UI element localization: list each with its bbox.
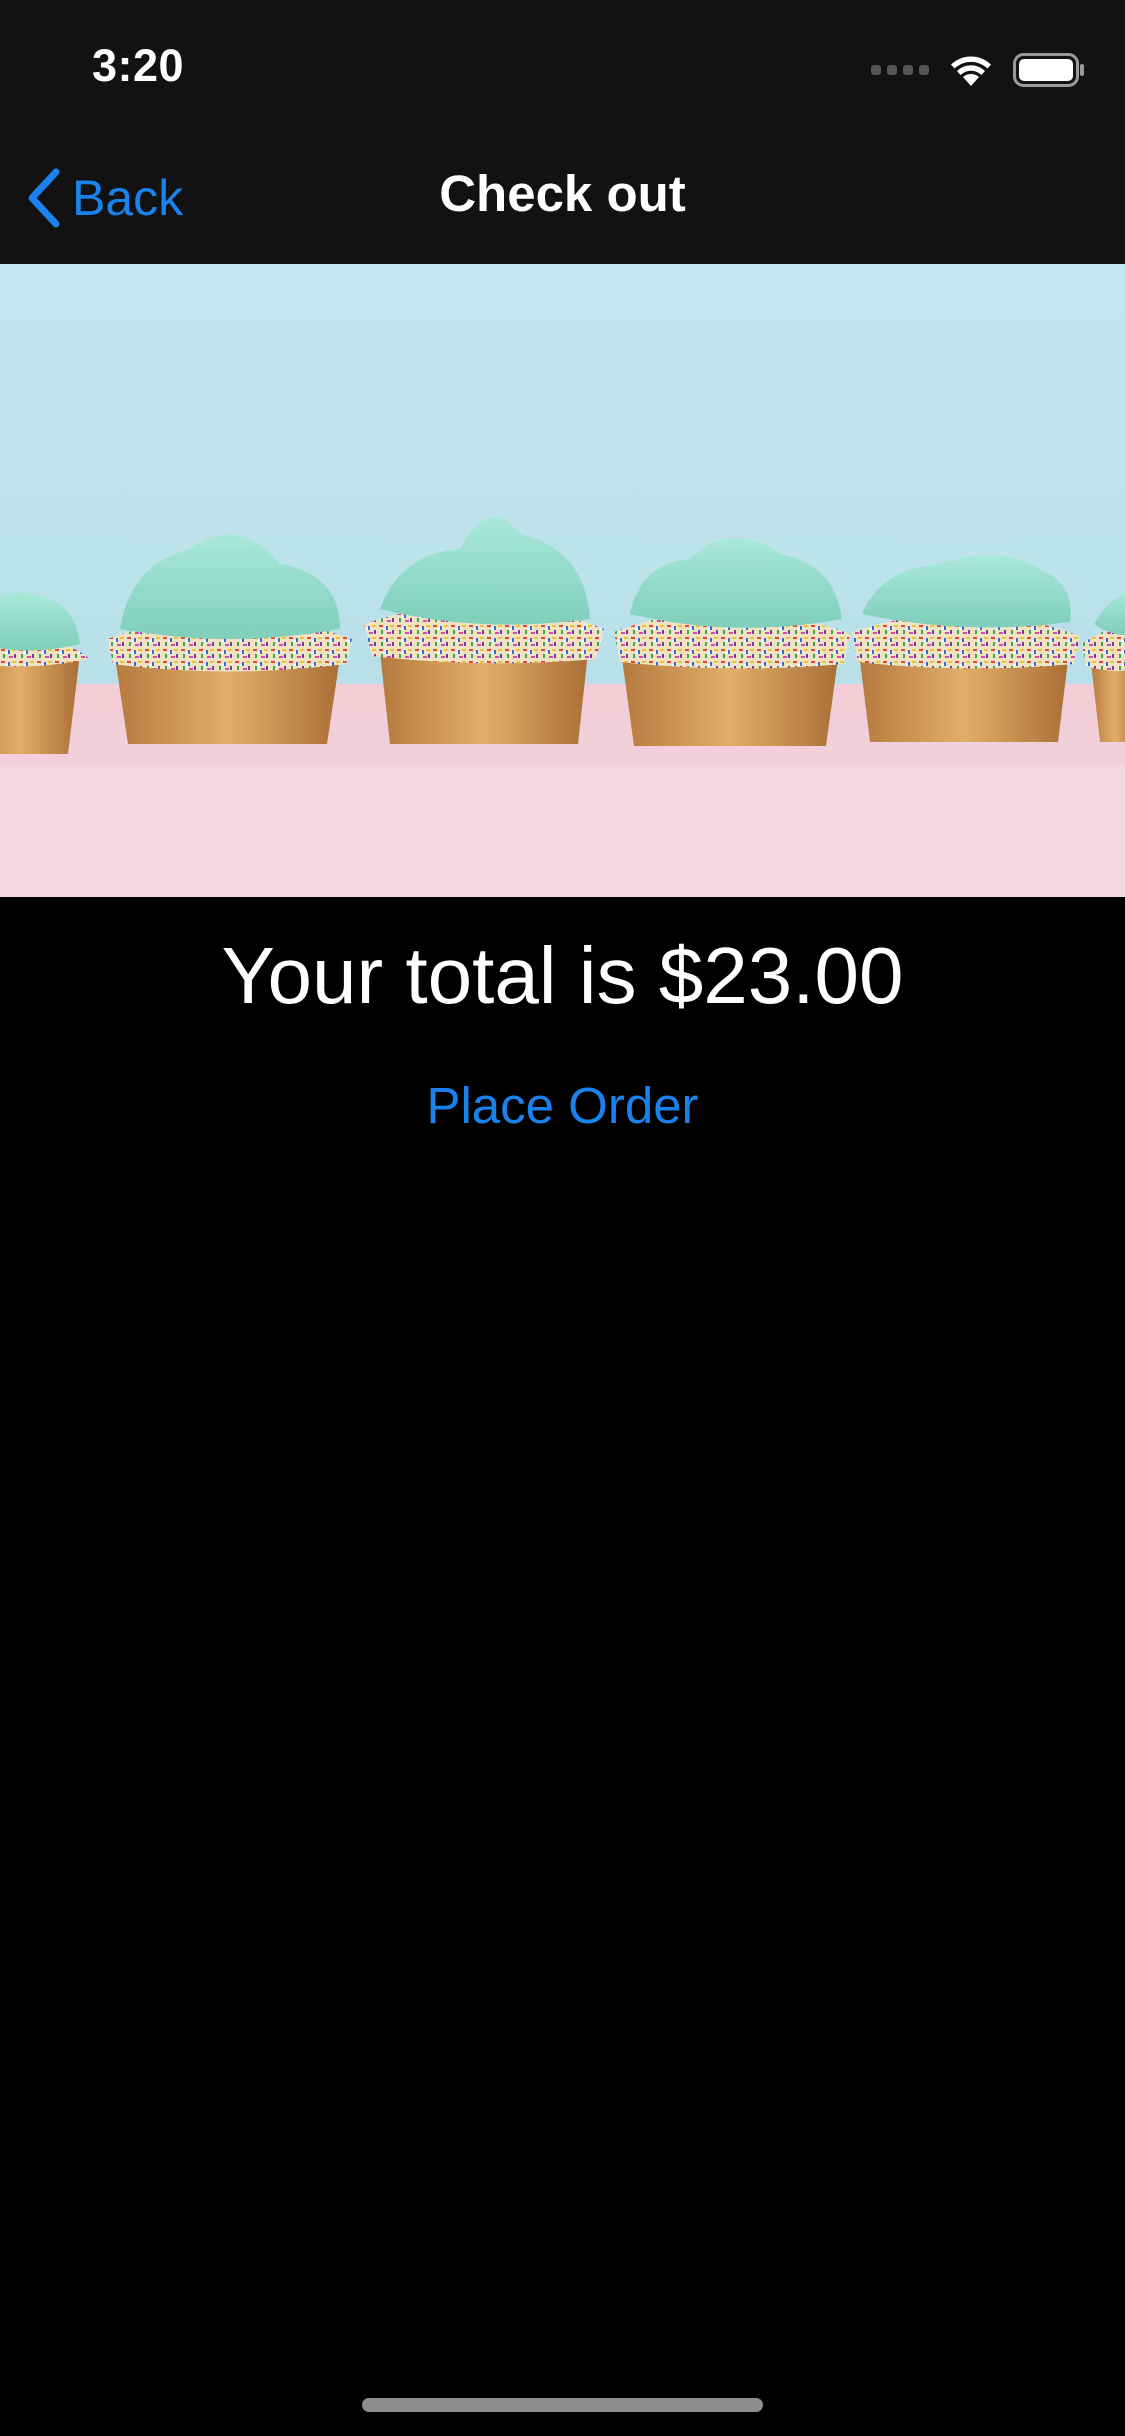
- hero-image: [0, 264, 1125, 897]
- wifi-icon: [951, 56, 991, 86]
- status-icons: [871, 48, 1085, 92]
- home-indicator[interactable]: [362, 2398, 763, 2412]
- battery-icon: [1013, 53, 1084, 87]
- order-total: Your total is $23.00: [221, 931, 904, 1020]
- status-time: 3:20: [92, 40, 185, 91]
- page-title: Check out: [439, 165, 686, 222]
- cupcakes-photo: [0, 264, 1125, 897]
- cellular-signal-icon: [871, 65, 929, 75]
- top-bar: 3:20 Back Check out: [0, 0, 1125, 264]
- place-order-button[interactable]: Place Order: [0, 1076, 1125, 1135]
